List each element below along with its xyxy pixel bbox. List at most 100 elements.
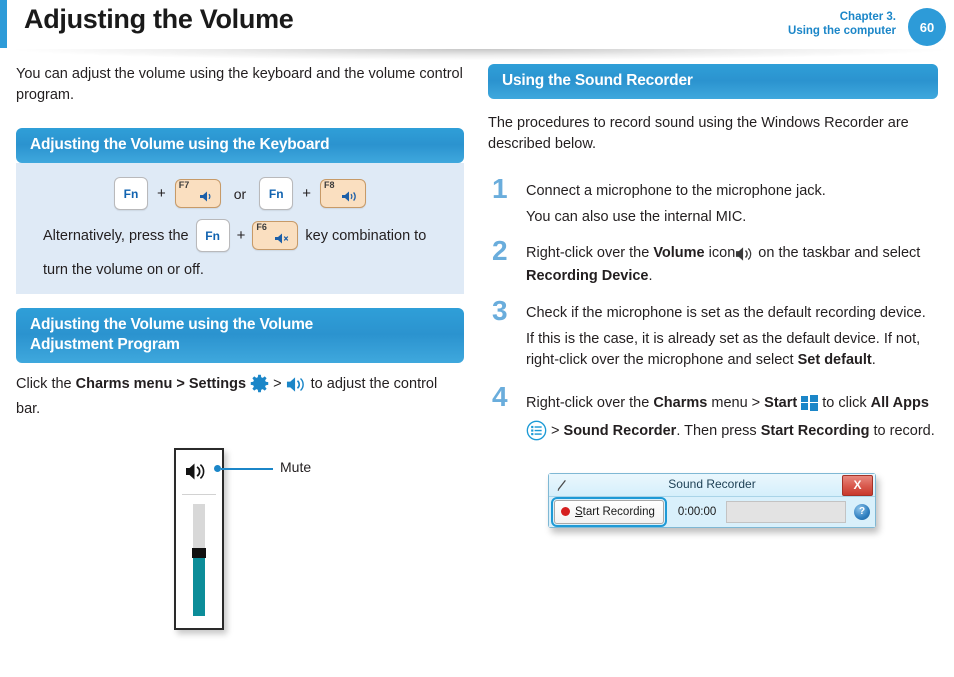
volume-popup-window [174, 447, 224, 630]
start-recording-button[interactable]: Start Recording [551, 496, 667, 527]
step-2-text: Right-click over the Volume icon on the … [526, 243, 938, 287]
step-4-bold-charms: Charms [653, 394, 708, 411]
key-row-primary: Fn + F7 or Fn + F8 [16, 177, 464, 210]
step-2: 2 Right-click over the Volume icon on th… [488, 237, 938, 287]
record-dot-icon [561, 507, 570, 516]
start-recording-label: Start Recording [575, 506, 655, 518]
close-icon[interactable]: X [842, 474, 873, 496]
charms-bold-path: Charms menu > Settings [75, 376, 247, 392]
key-fn-2: Fn [259, 177, 294, 210]
alt-text-after: key combination to [305, 227, 427, 244]
key-f7-label: F7 [178, 180, 190, 190]
alt-text-line2: turn the volume on or off. [43, 262, 204, 278]
step-4-part-6: to record. [873, 422, 935, 439]
recorder-window-title: Sound Recorder [668, 476, 756, 491]
key-combination-panel: Fn + F7 or Fn + F8 Alternatively, press … [16, 163, 464, 294]
section-header-line-2: Adjustment Program [30, 336, 180, 353]
step-1-subtext: You can also use the internal MIC. [526, 209, 747, 225]
callout-label-mute: Mute [280, 458, 312, 475]
plus-sign-3: + [236, 227, 246, 244]
recorder-titlebar: Sound Recorder X [549, 473, 875, 497]
step-1-text: Connect a microphone to the microphone j… [526, 183, 826, 199]
key-fn-3: Fn [195, 219, 230, 252]
key-fn-1: Fn [114, 177, 148, 210]
step-3: 3 Check if the microphone is set as the … [488, 296, 938, 371]
step-2-part-4: . [648, 267, 653, 284]
volume-slider-thumb[interactable] [192, 547, 206, 558]
plus-sign-2: + [302, 185, 311, 202]
key-row-alternate-line2: turn the volume on or off. [16, 262, 464, 278]
step-2-part-1: Right-click over the [526, 245, 650, 261]
charms-prefix: Click the [16, 376, 72, 392]
help-icon[interactable]: ? [854, 503, 870, 520]
volume-control-figure: Mute [16, 439, 464, 630]
step-2-part-3: on the taskbar and select [758, 245, 921, 261]
section-header-line-1: Adjusting the Volume using the Volume [30, 316, 314, 333]
step-4-bold-sound-recorder: Sound Recorder [563, 422, 677, 439]
step-3-number: 3 [492, 294, 508, 326]
recorder-timer: 0:00:00 [677, 505, 717, 518]
charms-gt-2: > [273, 376, 282, 392]
callout-line [221, 467, 273, 470]
volume-down-icon [199, 190, 215, 205]
section-header-volume-program: Adjusting the Volume using the Volume Ad… [16, 308, 464, 363]
charms-instruction: Click the Charms menu > Settings > to ad… [16, 372, 464, 421]
page-title: Adjusting the Volume [24, 4, 294, 34]
step-3-text: Check if the microphone is set as the de… [526, 304, 926, 321]
start-recording-accel: S [575, 505, 583, 518]
recorder-intro-paragraph: The procedures to record sound using the… [488, 115, 909, 152]
step-2-part-2: icon [708, 245, 736, 261]
step-2-bold-recording-device: Recording Device [526, 267, 649, 284]
gear-icon [250, 374, 269, 397]
volume-mute-icon [274, 232, 292, 247]
step-4: 4 Right-click over the Charms menu > Sta… [488, 382, 938, 451]
plus-sign-1: + [157, 185, 166, 202]
speaker-icon [735, 246, 754, 266]
start-recording-rest: tart Recording [582, 505, 655, 518]
chapter-label: Chapter 3. Using the computer [788, 10, 896, 38]
key-f6-mute: F6 [252, 221, 299, 250]
chapter-line-2: Using the computer [788, 25, 896, 37]
key-f8-label: F8 [323, 180, 335, 190]
right-column: Using the Sound Recorder The procedures … [488, 64, 938, 528]
step-4-part-1: Right-click over the [526, 394, 650, 411]
page-header: Adjusting the Volume Chapter 3. Using th… [0, 0, 954, 60]
step-3-sub-part-2: . [871, 351, 876, 368]
intro-paragraph: You can adjust the volume using the keyb… [16, 66, 463, 103]
step-4-bold-start-recording: Start Recording [760, 422, 870, 439]
volume-popup-speaker-icon[interactable] [185, 462, 209, 486]
step-3-subtext: If this is the case, it is already set a… [526, 329, 938, 371]
content-columns: You can adjust the volume using the keyb… [0, 64, 954, 677]
alt-text-before: Alternatively, press the [43, 227, 189, 244]
windows-logo-icon [801, 394, 819, 411]
key-row-alternate: Alternatively, press the Fn + F6 key com… [16, 219, 464, 252]
step-4-part-4: > [551, 422, 560, 439]
all-apps-icon [526, 420, 547, 451]
step-4-number: 4 [492, 380, 508, 412]
step-4-bold-all-apps: All Apps [870, 394, 929, 411]
step-3-bold-set-default: Set default [797, 351, 872, 368]
step-2-number: 2 [492, 235, 508, 266]
volume-slider-track[interactable] [192, 503, 206, 616]
key-f7-volume-down: F7 [174, 179, 221, 208]
left-column: You can adjust the volume using the keyb… [16, 64, 464, 630]
step-4-bold-start: Start [764, 394, 798, 411]
step-1-number: 1 [492, 173, 508, 204]
speaker-icon [286, 376, 307, 397]
sound-recorder-window: Sound Recorder X Start Recording 0:00:00… [548, 472, 876, 528]
step-4-text: Right-click over the Charms menu > Start… [526, 389, 938, 451]
step-4-part-2: menu > [711, 394, 761, 411]
step-4-part-3: to click [822, 394, 867, 411]
recorder-toolbar: Start Recording 0:00:00 ? [549, 496, 875, 527]
step-2-bold-volume: Volume [653, 245, 705, 261]
key-f8-volume-up: F8 [319, 179, 366, 208]
header-accent-bar [0, 0, 7, 48]
chapter-line-1: Chapter 3. [839, 11, 896, 23]
section-header-keyboard: Adjusting the Volume using the Keyboard [16, 128, 464, 163]
section-header-sound-recorder: Using the Sound Recorder [488, 64, 938, 99]
recorder-level-meter [726, 500, 846, 523]
or-separator: or [233, 185, 247, 202]
volume-slider-fill [193, 553, 205, 616]
key-f6-label: F6 [256, 222, 267, 232]
sound-recorder-figure: Sound Recorder X Start Recording 0:00:00… [548, 472, 878, 528]
